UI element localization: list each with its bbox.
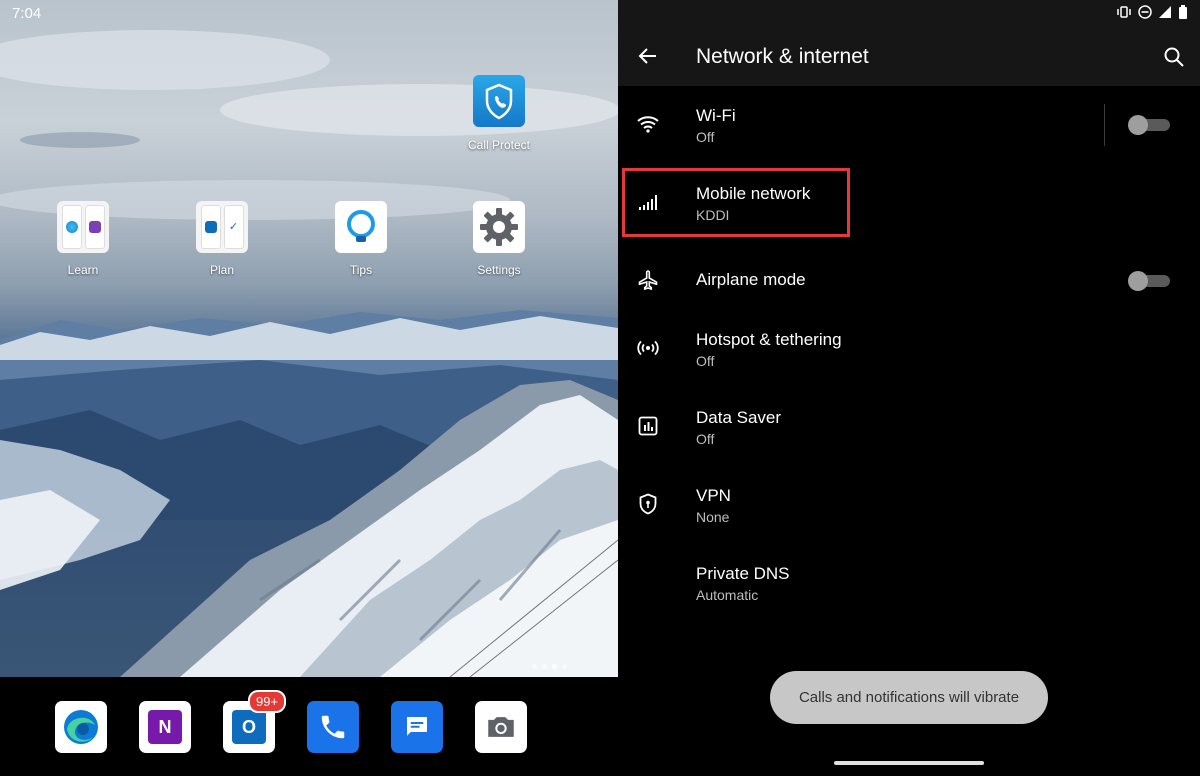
status-clock: 7:04 bbox=[12, 5, 42, 22]
settings-item-subtitle: None bbox=[696, 509, 730, 525]
wifi-icon bbox=[637, 116, 659, 133]
settings-item-airplane-mode[interactable]: Airplane mode bbox=[618, 242, 1200, 320]
settings-item-subtitle: Automatic bbox=[696, 587, 759, 603]
edge-icon[interactable] bbox=[55, 701, 107, 753]
highlight-box bbox=[622, 168, 850, 237]
app-label-call-protect: Call Protect bbox=[467, 138, 531, 152]
outlook-glyph: O bbox=[232, 710, 266, 744]
app-label-plan: Plan bbox=[209, 263, 235, 277]
toast-message: Calls and notifications will vibrate bbox=[770, 671, 1048, 724]
search-icon[interactable] bbox=[1162, 45, 1186, 69]
mountain-scene bbox=[0, 30, 618, 677]
gesture-home-bar[interactable] bbox=[834, 761, 984, 765]
do-not-disturb-icon bbox=[1138, 5, 1152, 19]
app-label-learn: Learn bbox=[67, 263, 99, 277]
home-screen: 7:04 Call Protect Learn ✓ Plan Tips Sett… bbox=[0, 0, 618, 776]
battery-icon bbox=[1179, 5, 1187, 19]
settings-item-vpn[interactable]: VPN None bbox=[618, 466, 1200, 544]
airplane-mode-toggle[interactable] bbox=[1128, 271, 1170, 291]
settings-item-data-saver[interactable]: Data Saver Off bbox=[618, 388, 1200, 466]
page-title: Network & internet bbox=[696, 45, 869, 68]
settings-item-wifi[interactable]: Wi-Fi Off bbox=[618, 86, 1200, 164]
page-dot bbox=[562, 664, 567, 669]
page-dot bbox=[542, 664, 547, 669]
settings-item-hotspot[interactable]: Hotspot & tethering Off bbox=[618, 310, 1200, 388]
hotspot-icon bbox=[637, 340, 659, 356]
wifi-toggle[interactable] bbox=[1128, 115, 1170, 135]
settings-panel: Network & internet Wi-Fi Off Mobile netw… bbox=[618, 0, 1200, 776]
airplane-icon bbox=[638, 270, 658, 291]
divider bbox=[1104, 104, 1105, 146]
settings-item-private-dns[interactable]: Private DNS Automatic bbox=[618, 544, 1200, 622]
page-dot bbox=[532, 664, 537, 669]
settings-item-subtitle: Off bbox=[696, 129, 715, 145]
app-label-settings: Settings bbox=[477, 263, 521, 277]
settings-item-title: Private DNS bbox=[696, 564, 790, 583]
settings-item-subtitle: Off bbox=[696, 353, 715, 369]
messages-icon[interactable] bbox=[391, 701, 443, 753]
lightbulb-icon[interactable] bbox=[335, 201, 387, 253]
settings-item-title: Airplane mode bbox=[696, 270, 806, 289]
page-indicator bbox=[532, 664, 567, 669]
settings-item-title: Wi-Fi bbox=[696, 106, 736, 125]
camera-icon[interactable] bbox=[475, 701, 527, 753]
page-dot-current bbox=[552, 664, 557, 669]
vibrate-icon bbox=[1117, 6, 1131, 18]
folder-edge-onenote-icon[interactable] bbox=[57, 201, 109, 253]
settings-item-title: VPN bbox=[696, 486, 731, 505]
wallpaper-mountains bbox=[0, 0, 618, 677]
back-arrow-icon[interactable] bbox=[636, 44, 660, 68]
notification-badge: 99+ bbox=[248, 690, 287, 713]
app-label-tips: Tips bbox=[349, 263, 373, 277]
folder-outlook-todo-icon[interactable]: ✓ bbox=[196, 201, 248, 253]
settings-item-title: Data Saver bbox=[696, 408, 782, 427]
onenote-icon[interactable]: N bbox=[139, 701, 191, 753]
data-saver-icon bbox=[638, 416, 658, 436]
cell-signal-icon bbox=[1159, 6, 1171, 18]
vpn-shield-icon bbox=[639, 493, 657, 515]
phone-icon[interactable] bbox=[307, 701, 359, 753]
app-bar: Network & internet bbox=[618, 0, 1200, 86]
settings-item-title: Hotspot & tethering bbox=[696, 330, 842, 349]
status-icons bbox=[1116, 5, 1188, 19]
gear-icon[interactable] bbox=[473, 201, 525, 253]
call-protect-shield-icon[interactable] bbox=[473, 75, 525, 127]
settings-item-subtitle: Off bbox=[696, 431, 715, 447]
onenote-glyph: N bbox=[148, 710, 182, 744]
dock: N O 99+ bbox=[0, 677, 618, 776]
